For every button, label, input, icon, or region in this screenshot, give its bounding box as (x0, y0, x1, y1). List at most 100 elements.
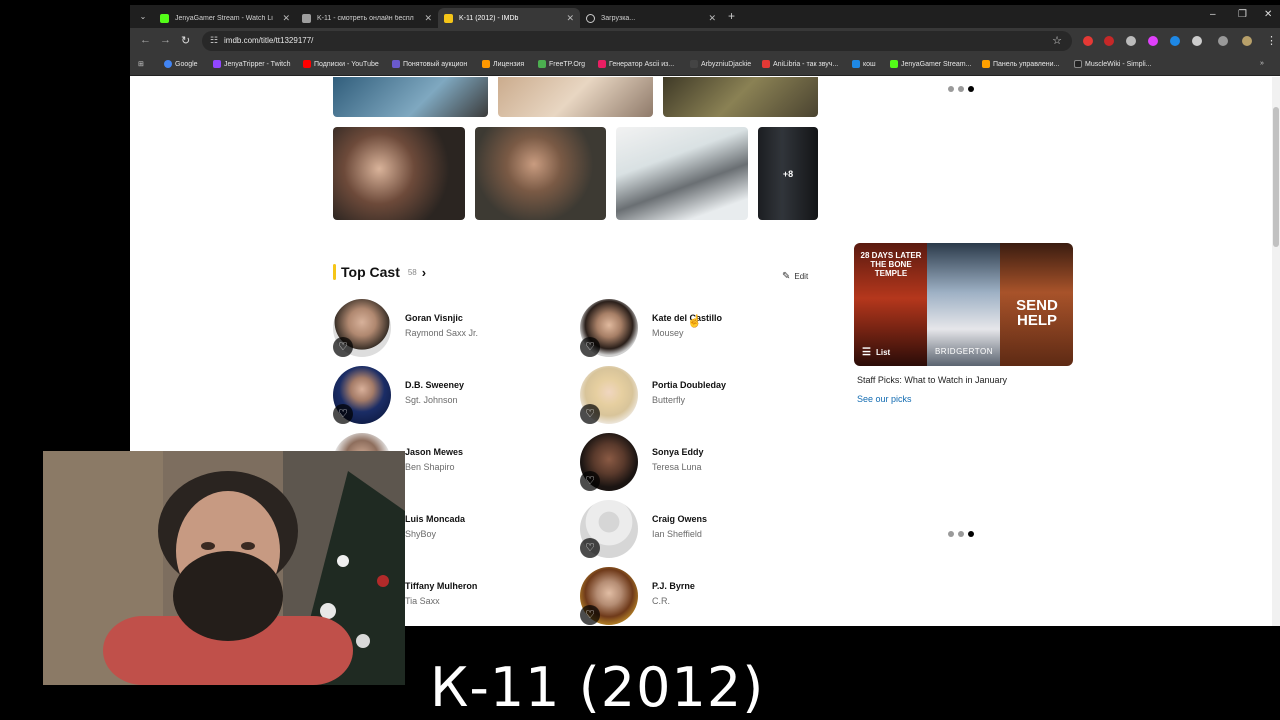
page-scrollbar[interactable] (1272, 77, 1280, 626)
heart-icon[interactable]: ♡ (580, 538, 600, 558)
ublock-icon[interactable] (1104, 36, 1114, 46)
close-icon[interactable]: ✕ (708, 13, 716, 24)
bookmark-item[interactable]: кош (852, 60, 876, 68)
reload-icon[interactable]: ↻ (181, 34, 190, 47)
extension-icon[interactable] (1083, 36, 1093, 46)
cast-member[interactable]: ♡ P.J. Byrne C.R. (580, 567, 820, 626)
cast-name[interactable]: Goran Visnjic (405, 313, 463, 323)
photo-thumbnail[interactable] (498, 77, 653, 117)
minimize-icon[interactable]: – (1210, 9, 1216, 20)
staff-picks-promo[interactable]: 28 DAYS LATER THE BONE TEMPLE BRIDGERTON… (854, 243, 1073, 366)
cast-role[interactable]: Teresa Luna (652, 462, 702, 472)
poster-title: 28 DAYS LATER THE BONE TEMPLE (860, 251, 922, 278)
extension-icon[interactable] (1148, 36, 1158, 46)
cast-role[interactable]: ShyBoy (405, 529, 436, 539)
restore-icon[interactable]: ❐ (1238, 9, 1247, 20)
tab-loading[interactable]: Загрузка... ✕ (580, 8, 722, 28)
cast-name[interactable]: Sonya Eddy (652, 447, 704, 457)
photo-thumbnail[interactable] (475, 127, 606, 220)
carousel-dot[interactable] (958, 531, 964, 537)
top-cast-header[interactable]: Top Cast 58 › (333, 264, 426, 280)
carousel-dot[interactable] (948, 531, 954, 537)
cast-member[interactable]: ♡ Craig Owens Ian Sheffield (580, 500, 820, 560)
cast-name[interactable]: P.J. Byrne (652, 581, 695, 591)
carousel-dot[interactable] (958, 86, 964, 92)
cast-role[interactable]: Butterfly (652, 395, 685, 405)
heart-icon[interactable]: ♡ (580, 605, 600, 625)
menu-icon[interactable]: ⋮ (1266, 34, 1277, 47)
forward-icon[interactable]: → (160, 34, 171, 46)
tab-jenyagamer[interactable]: JenyaGamer Stream - Watch Li ✕ (154, 8, 296, 28)
scrollbar-thumb[interactable] (1273, 107, 1279, 247)
poster-send-help[interactable]: SEND HELP (1000, 243, 1073, 366)
carousel-dot[interactable] (968, 531, 974, 537)
cast-role[interactable]: C.R. (652, 596, 670, 606)
close-icon[interactable]: ✕ (282, 13, 290, 24)
bookmark-item[interactable]: ArbyzniuDjackie (690, 60, 751, 68)
tab-search-icon[interactable]: ⌄ (136, 10, 150, 24)
close-icon[interactable]: ✕ (566, 13, 574, 24)
url-text[interactable]: imdb.com/title/tt1329177/ (224, 36, 313, 45)
carousel-dot[interactable] (948, 86, 954, 92)
heart-icon[interactable]: ♡ (580, 471, 600, 491)
bookmark-item[interactable]: Генератор Ascii из... (598, 60, 674, 68)
cast-member[interactable]: ♡ D.B. Sweeney Sgt. Johnson (333, 366, 573, 426)
cast-member[interactable]: ♡ Portia Doubleday Butterfly (580, 366, 820, 426)
profile-avatar[interactable] (1242, 36, 1252, 46)
heart-icon[interactable]: ♡ (580, 404, 600, 424)
cast-role[interactable]: Raymond Saxx Jr. (405, 328, 478, 338)
tab-imdb[interactable]: K-11 (2012) - IMDb ✕ (438, 8, 580, 28)
bookmark-item[interactable]: Панель управлени... (982, 60, 1059, 68)
window-close-icon[interactable]: ✕ (1264, 9, 1272, 20)
extension-icon[interactable] (1170, 36, 1180, 46)
photo-thumbnail[interactable] (333, 127, 465, 220)
bookmark-item[interactable]: FreeTP.Org (538, 60, 585, 68)
heart-icon[interactable]: ♡ (333, 337, 353, 357)
cast-role[interactable]: Tia Saxx (405, 596, 440, 606)
apps-icon[interactable]: ⊞ (138, 60, 144, 68)
bookmark-item[interactable]: JenyaTripper - Twitch (213, 60, 291, 68)
heart-icon[interactable]: ♡ (333, 404, 353, 424)
cast-name[interactable]: Portia Doubleday (652, 380, 726, 390)
bookmark-item[interactable]: Подписки - YouTube (303, 60, 379, 68)
close-icon[interactable]: ✕ (424, 13, 432, 24)
cast-name[interactable]: Jason Mewes (405, 447, 463, 457)
cast-role[interactable]: Ben Shapiro (405, 462, 455, 472)
photo-thumbnail[interactable] (663, 77, 818, 117)
photo-thumbnail[interactable] (333, 77, 488, 117)
poster-bridgerton[interactable]: BRIDGERTON (927, 243, 1000, 366)
bookmark-item[interactable]: Лицензия (482, 60, 524, 68)
cast-member[interactable]: ♡ Kate del Castillo Mousey (580, 299, 820, 359)
cast-role[interactable]: Mousey (652, 328, 684, 338)
photo-thumbnail[interactable] (616, 127, 748, 220)
bookmark-item[interactable]: AniLibria - так звуч... (762, 60, 838, 68)
edit-button[interactable]: ✎ Edit (782, 271, 808, 282)
site-info-icon[interactable]: ☷ (210, 35, 218, 46)
new-tab-button[interactable]: + (728, 9, 735, 23)
cast-name[interactable]: Tiffany Mulheron (405, 581, 477, 591)
see-picks-link[interactable]: See our picks (857, 394, 912, 404)
puzzle-icon[interactable] (1192, 36, 1202, 46)
bookmark-star-icon[interactable]: ☆ (1052, 34, 1062, 47)
more-bookmarks-icon[interactable]: » (1260, 60, 1264, 67)
cast-name[interactable]: D.B. Sweeney (405, 380, 464, 390)
extension-icon[interactable] (1126, 36, 1136, 46)
cast-name[interactable]: Luis Moncada (405, 514, 465, 524)
bookmark-item[interactable]: MuscleWiki - Simpli... (1074, 60, 1152, 68)
more-photos-tile[interactable]: +8 (758, 127, 818, 220)
bookmark-item[interactable]: Google (164, 60, 198, 68)
back-icon[interactable]: ← (140, 34, 151, 46)
cast-member[interactable]: ♡ Sonya Eddy Teresa Luna (580, 433, 820, 493)
address-bar[interactable]: ☷ imdb.com/title/tt1329177/ ☆ (202, 31, 1072, 51)
cast-role[interactable]: Ian Sheffield (652, 529, 702, 539)
carousel-dot[interactable] (968, 86, 974, 92)
promo-caption[interactable]: Staff Picks: What to Watch in January (857, 375, 1007, 385)
cast-member[interactable]: ♡ Goran Visnjic Raymond Saxx Jr. (333, 299, 573, 359)
sidebar-icon[interactable] (1218, 36, 1228, 46)
bookmark-item[interactable]: JenyaGamer Stream... (890, 60, 971, 68)
bookmark-item[interactable]: Понятовый аукцион (392, 60, 467, 68)
heart-icon[interactable]: ♡ (580, 337, 600, 357)
cast-name[interactable]: Craig Owens (652, 514, 707, 524)
tab-k11-online[interactable]: K-11 - смотреть онлайн беспл ✕ (296, 8, 438, 28)
cast-role[interactable]: Sgt. Johnson (405, 395, 458, 405)
